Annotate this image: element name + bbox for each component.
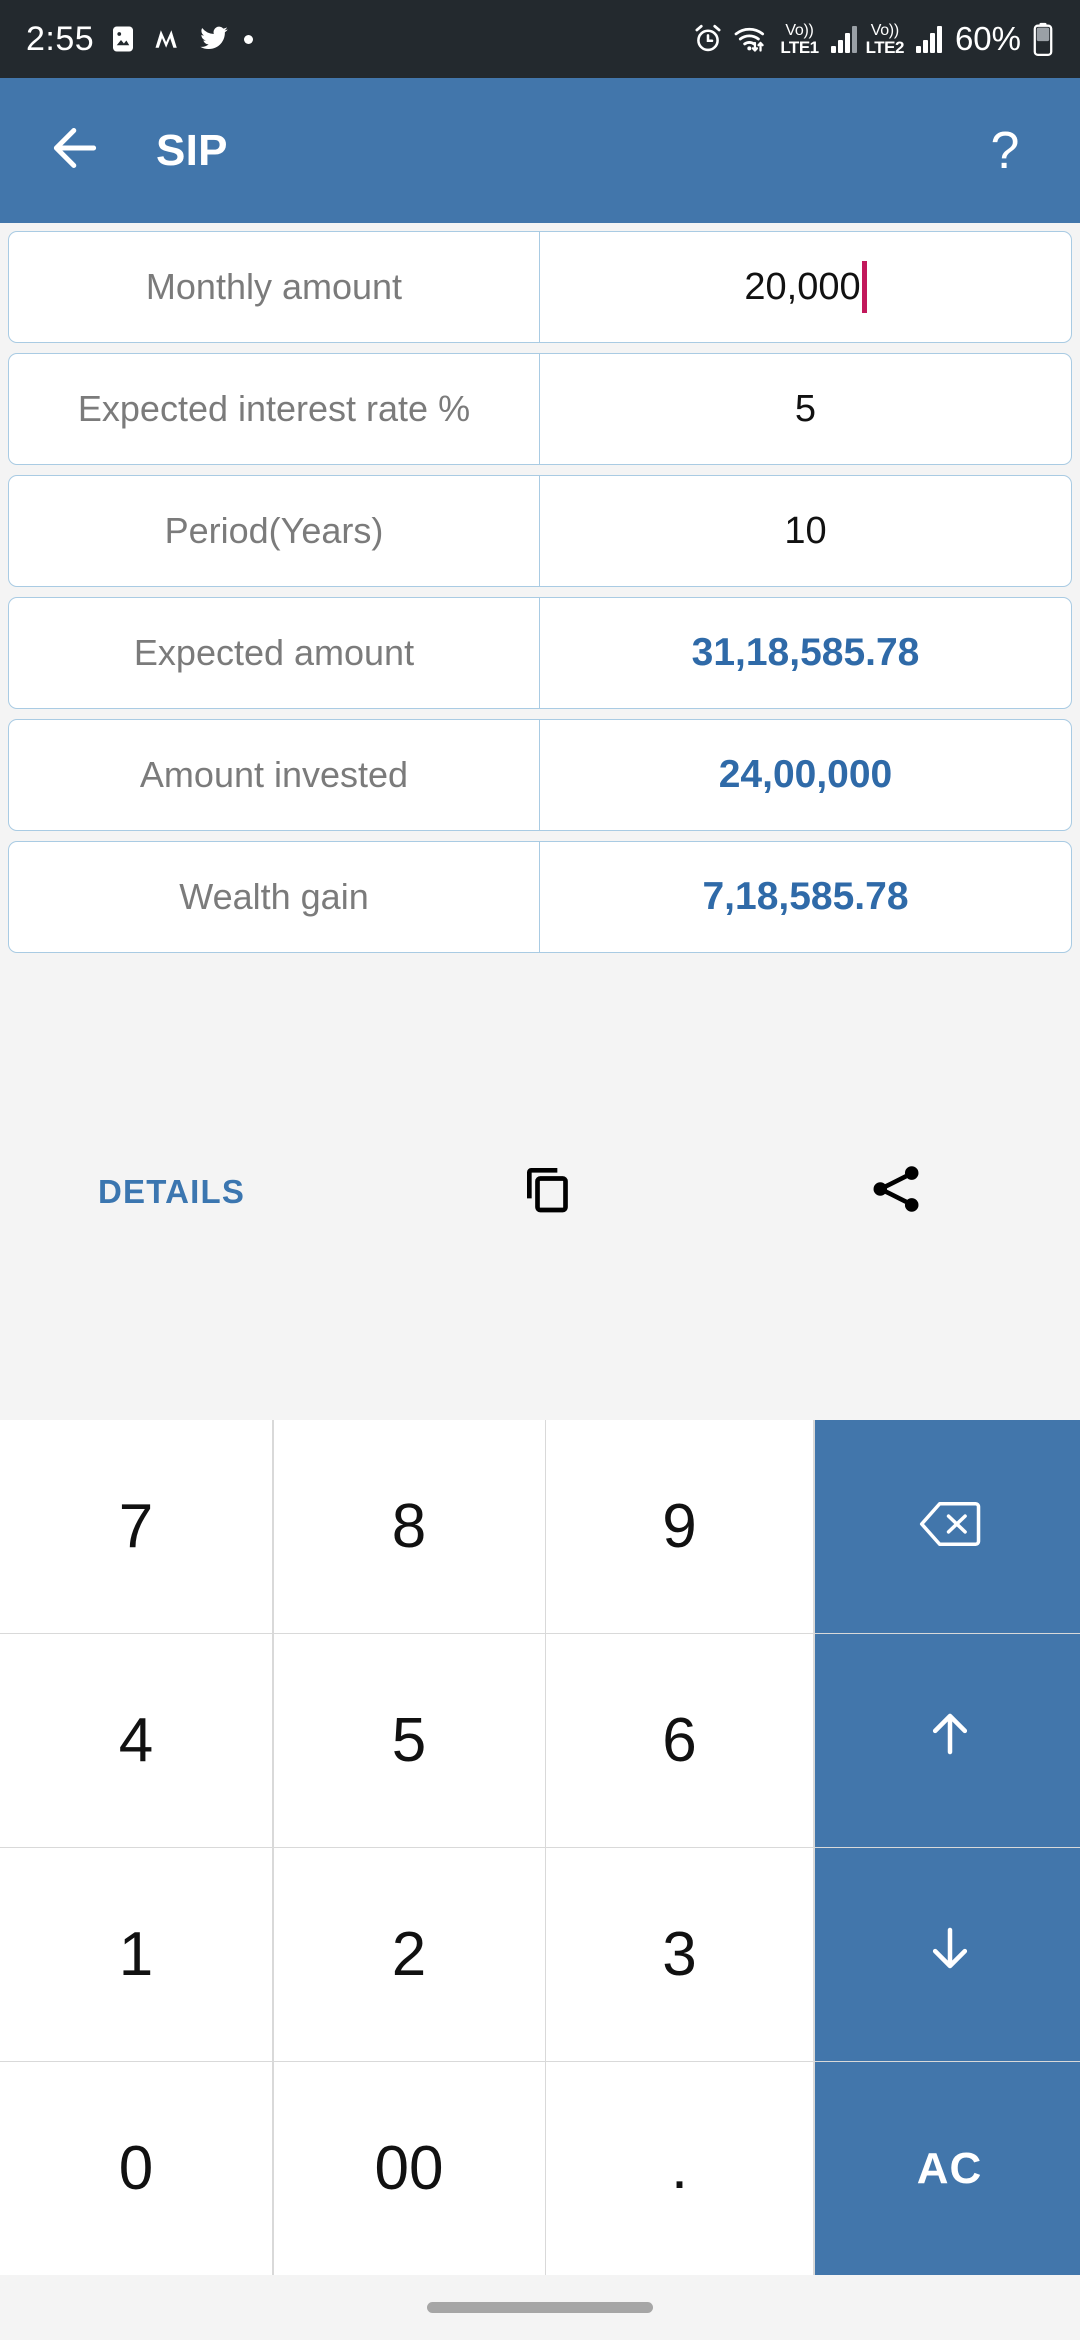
text-cursor bbox=[861, 261, 867, 313]
wifi-transfer-icon bbox=[733, 23, 771, 55]
row-wealth-gain: Wealth gain 7,18,585.78 bbox=[8, 841, 1072, 953]
share-button[interactable] bbox=[856, 1152, 936, 1232]
row-value: 20,000 bbox=[744, 265, 861, 308]
backspace-icon bbox=[919, 1491, 981, 1562]
sim1-volte-label: Vo)) bbox=[785, 21, 814, 39]
key-double-zero[interactable]: 00 bbox=[273, 2062, 545, 2275]
key-arrow-up[interactable] bbox=[814, 1634, 1080, 1847]
back-button[interactable] bbox=[40, 116, 110, 186]
row-monthly-amount[interactable]: Monthly amount 20,000 bbox=[8, 231, 1072, 343]
share-icon bbox=[867, 1160, 925, 1223]
key-5[interactable]: 5 bbox=[273, 1634, 545, 1847]
row-expected-interest-rate[interactable]: Expected interest rate % 5 bbox=[8, 353, 1072, 465]
key-9[interactable]: 9 bbox=[546, 1420, 813, 1633]
key-all-clear[interactable]: AC bbox=[814, 2062, 1080, 2275]
row-period-years[interactable]: Period(Years) 10 bbox=[8, 475, 1072, 587]
action-bar: DETAILS bbox=[0, 963, 1080, 1420]
row-label: Amount invested bbox=[9, 720, 540, 830]
app-root: 2:55 Vo)) LTE1 Vo)) LTE2 60% SIP ? Month… bbox=[0, 0, 1080, 2340]
row-value: 24,00,000 bbox=[718, 753, 893, 796]
key-4[interactable]: 4 bbox=[0, 1634, 272, 1847]
sim2-network-label: LTE2 bbox=[865, 37, 905, 57]
row-label: Expected amount bbox=[9, 598, 540, 708]
sim2-volte-indicator: Vo)) LTE2 bbox=[865, 21, 905, 57]
key-8[interactable]: 8 bbox=[273, 1420, 545, 1633]
sim1-volte-indicator: Vo)) LTE1 bbox=[780, 21, 819, 57]
status-bar-left: 2:55 bbox=[26, 19, 254, 59]
key-1[interactable]: 1 bbox=[0, 1848, 272, 2061]
key-backspace[interactable] bbox=[814, 1420, 1080, 1633]
key-2[interactable]: 2 bbox=[273, 1848, 545, 2061]
row-expected-amount: Expected amount 31,18,585.78 bbox=[8, 597, 1072, 709]
status-bar-clock: 2:55 bbox=[26, 19, 95, 58]
copy-button[interactable] bbox=[508, 1152, 588, 1232]
expected-amount-value-cell: 31,18,585.78 bbox=[540, 598, 1071, 708]
key-3[interactable]: 3 bbox=[546, 1848, 813, 2061]
copy-icon bbox=[520, 1161, 576, 1222]
calculator-rows: Monthly amount 20,000 Expected interest … bbox=[0, 223, 1080, 963]
medium-icon bbox=[152, 24, 184, 54]
row-label: Expected interest rate % bbox=[9, 354, 540, 464]
battery-icon bbox=[1032, 22, 1054, 56]
help-button[interactable]: ? bbox=[970, 116, 1040, 186]
amount-invested-value-cell: 24,00,000 bbox=[540, 720, 1071, 830]
status-bar-right: Vo)) LTE1 Vo)) LTE2 60% bbox=[692, 20, 1054, 58]
details-button[interactable]: DETAILS bbox=[98, 1173, 245, 1211]
notification-dot-icon bbox=[244, 34, 254, 44]
sim1-network-label: LTE1 bbox=[780, 37, 819, 57]
interest-rate-input[interactable]: 5 bbox=[540, 354, 1071, 464]
numeric-keypad: 7 8 9 4 5 6 1 2 3 0 00 . AC bbox=[0, 1420, 1080, 2275]
key-decimal-point[interactable]: . bbox=[546, 2062, 813, 2275]
sim2-volte-label: Vo)) bbox=[870, 21, 899, 39]
question-mark-icon: ? bbox=[990, 121, 1020, 180]
battery-percent-label: 60% bbox=[954, 20, 1021, 57]
page-title: SIP bbox=[156, 125, 228, 175]
key-7[interactable]: 7 bbox=[0, 1420, 272, 1633]
arrow-up-icon bbox=[923, 1705, 977, 1776]
row-label: Wealth gain bbox=[9, 842, 540, 952]
row-value: 31,18,585.78 bbox=[691, 631, 920, 674]
row-value: 5 bbox=[794, 387, 817, 430]
row-value: 7,18,585.78 bbox=[702, 875, 909, 918]
sim1-signal-icon bbox=[830, 25, 857, 53]
period-years-input[interactable]: 10 bbox=[540, 476, 1071, 586]
key-6[interactable]: 6 bbox=[546, 1634, 813, 1847]
arrow-down-icon bbox=[923, 1919, 977, 1990]
alarm-clock-icon bbox=[692, 23, 724, 55]
twitter-icon bbox=[198, 24, 230, 54]
row-label: Monthly amount bbox=[9, 232, 540, 342]
key-0[interactable]: 0 bbox=[0, 2062, 272, 2275]
status-bar: 2:55 Vo)) LTE1 Vo)) LTE2 60% bbox=[0, 0, 1080, 78]
monthly-amount-input[interactable]: 20,000 bbox=[540, 232, 1071, 342]
photos-icon bbox=[108, 24, 138, 54]
key-arrow-down[interactable] bbox=[814, 1848, 1080, 2061]
back-arrow-icon bbox=[47, 120, 103, 181]
app-bar: SIP ? bbox=[0, 78, 1080, 223]
home-gesture-pill[interactable] bbox=[427, 2302, 653, 2313]
row-label: Period(Years) bbox=[9, 476, 540, 586]
row-value: 10 bbox=[784, 509, 827, 552]
sim2-signal-icon bbox=[915, 25, 942, 53]
wealth-gain-value-cell: 7,18,585.78 bbox=[540, 842, 1071, 952]
system-nav-bar bbox=[0, 2275, 1080, 2340]
row-amount-invested: Amount invested 24,00,000 bbox=[8, 719, 1072, 831]
